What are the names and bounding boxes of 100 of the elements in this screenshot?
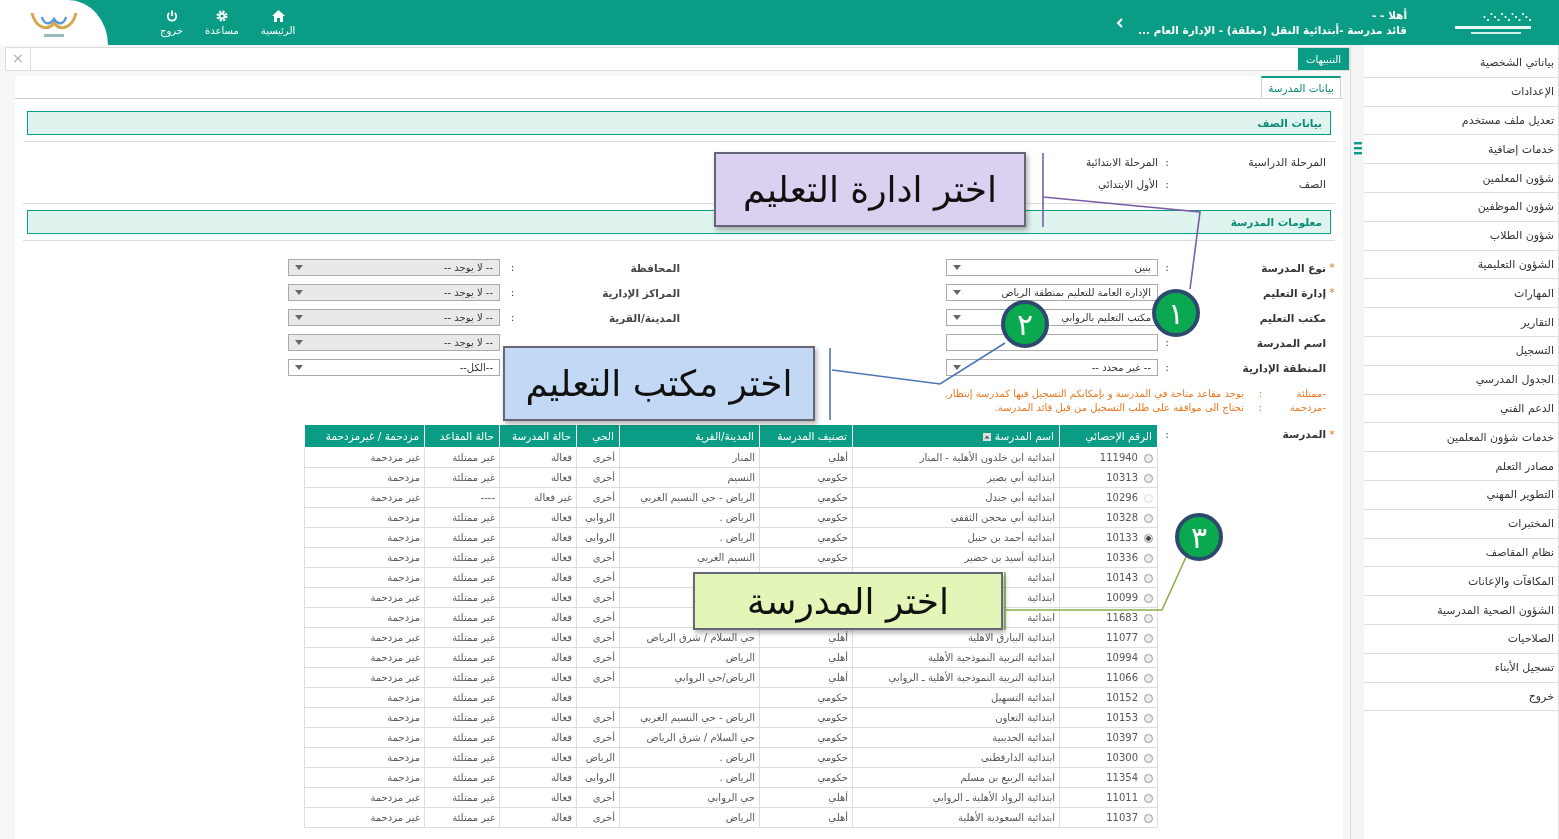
field-label: المدينة/القرية (607, 311, 680, 324)
page-tab[interactable]: بيانات المدرسة (1261, 76, 1341, 98)
radio-button[interactable] (1144, 793, 1153, 803)
table-cell: فعالة (550, 612, 572, 623)
table-cell: مزدحمة (387, 772, 420, 783)
table-cell: حكومي (817, 732, 848, 743)
radio-button[interactable] (1144, 813, 1153, 823)
table-cell: فعالة (550, 472, 572, 483)
table-cell: حي السلام / شرق الرياض (646, 732, 755, 743)
table-cell: ابتدائية البيارق الاهلية (967, 632, 1055, 643)
dropdown[interactable]: -- غير محدد -- (946, 359, 1158, 376)
table-cell: أهلي (828, 652, 848, 663)
colon-text: : (509, 261, 516, 274)
table-cell: حكومي (817, 512, 848, 523)
table-cell: المنار (732, 452, 755, 463)
table-cell: غير ممتلئة (452, 672, 495, 683)
table-cell: غير ممتلئة (452, 692, 495, 703)
gear-icon (215, 9, 228, 22)
table-cell: مزدحمة (387, 572, 420, 583)
radio-button[interactable] (1144, 613, 1153, 623)
table-cell: غير مزدحمة (370, 492, 420, 503)
table-cell: أخرى (592, 612, 615, 623)
table-cell: أخرى (592, 732, 615, 743)
table-cell: 10300 (1106, 752, 1138, 763)
table-cell: 111940 (1099, 452, 1138, 463)
table-cell: 11066 (1106, 672, 1138, 683)
table-cell: غير مزدحمة (370, 792, 420, 803)
table-cell: فعالة (550, 532, 572, 543)
table-cell: أخرى (592, 472, 615, 483)
table-cell: حكومي (817, 752, 848, 763)
radio-button[interactable] (1144, 773, 1153, 783)
field-label: المراكز الإدارية (601, 286, 680, 299)
radio-button[interactable] (1144, 673, 1153, 683)
table-cell: غير مزدحمة (370, 632, 420, 643)
table-cell: حكومي (817, 772, 848, 783)
table-cell: غير مزدحمة (370, 452, 420, 463)
instruction-tooltip: اختر ادارة التعليم (714, 152, 1026, 227)
table-cell: النسيم الغربي (697, 552, 755, 563)
colon-text: : (509, 286, 516, 299)
radio-button[interactable] (1144, 753, 1153, 763)
field-label: مكتب التعليم (1258, 311, 1326, 324)
table-cell: 10328 (1106, 512, 1138, 523)
radio-button[interactable] (1144, 653, 1153, 663)
dropdown[interactable]: بنين (946, 259, 1158, 276)
table-cell: فعالة (550, 632, 572, 643)
table-cell: أخرى (592, 632, 615, 643)
caret-icon (953, 290, 961, 295)
chevron-icon[interactable] (1116, 17, 1125, 28)
dropdown[interactable]: --الكل-- (288, 359, 500, 376)
radio-button[interactable] (1144, 633, 1153, 643)
table-cell: النسيم (727, 472, 755, 483)
radio-button[interactable] (1144, 533, 1153, 543)
table-cell: ابتدائية التربية النموذجية الأهلية (927, 652, 1055, 663)
sort-icon[interactable] (982, 433, 991, 441)
table-cell: الرياض/حي الروابي (674, 672, 755, 683)
radio-button[interactable] (1144, 733, 1153, 743)
table-cell: الرياض (585, 752, 615, 763)
radio-button[interactable] (1144, 453, 1153, 463)
table-cell: مزدحمة (387, 532, 420, 543)
colon-text: : (1164, 177, 1170, 191)
table-cell: 10994 (1106, 652, 1138, 663)
radio-button[interactable] (1144, 713, 1153, 723)
table-cell: الروابى (584, 532, 615, 543)
table-cell: فعالة (550, 552, 572, 563)
field-label: إدارة التعليم (1261, 286, 1326, 299)
field-label: نوع المدرسة (1260, 261, 1326, 274)
table-cell: حكومي (817, 492, 848, 503)
table-cell: غير مزدحمة (370, 812, 420, 823)
table-cell: فعالة (550, 772, 572, 783)
table-cell: أخرى (592, 452, 615, 463)
table-cell: مزدحمة (387, 712, 420, 723)
dropdown[interactable]: الإدارة العامة للتعليم بمنطقة الرياض (946, 284, 1158, 301)
caret-icon (295, 365, 303, 370)
table-cell: الرياض . (719, 752, 755, 763)
table-cell: 10153 (1106, 712, 1138, 723)
legend-text: تحتاج الى موافقة على طلب التسجيل من قبل قائد المدرسة. (994, 401, 1244, 413)
radio-button[interactable] (1144, 513, 1153, 523)
radio-button[interactable] (1144, 693, 1153, 703)
table-cell: فعالة (550, 752, 572, 763)
radio-button[interactable] (1144, 553, 1153, 563)
table-cell: 11077 (1106, 632, 1138, 643)
radio-button[interactable] (1144, 593, 1153, 603)
instruction-tooltip: اختر المدرسة (693, 572, 1003, 630)
user-role-text: قائد مدرسة -أبتدائية النقل (مغلقة) - الإدارة العام ... (1138, 22, 1407, 38)
radio-button[interactable] (1144, 573, 1153, 583)
table-cell: حكومي (817, 472, 848, 483)
field-value: المرحلة الابتدائية (1085, 156, 1158, 168)
table-cell: ابتدائية (1027, 572, 1055, 583)
table-cell: الروابى (584, 772, 615, 783)
table-cell: فعالة (550, 712, 572, 723)
field-label: الصف (1297, 177, 1326, 191)
table-cell: ابتدائية الدارقطنى (981, 752, 1055, 763)
menu-icon[interactable] (1354, 141, 1362, 155)
table-cell: 11354 (1106, 772, 1138, 783)
table-cell: الرياض . (719, 532, 755, 543)
legend-text: يوجد مقاعد متاحة في المدرسة و بإمكانكم التسجيل فيها كمدرسة إنتظار. (944, 387, 1244, 399)
radio-button[interactable] (1144, 473, 1153, 483)
table-cell: مزدحمة (387, 512, 420, 523)
table-cell: ابتدائية التسهيل (991, 692, 1055, 703)
table-cell: أخرى (592, 652, 615, 663)
